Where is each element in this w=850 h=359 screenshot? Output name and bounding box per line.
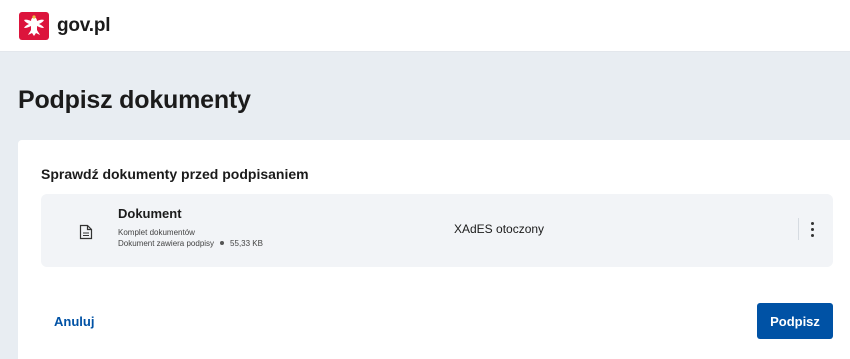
card-heading: Sprawdź dokumenty przed podpisaniem xyxy=(41,166,309,182)
document-status: Dokument zawiera podpisy xyxy=(118,239,215,248)
sign-button[interactable]: Podpisz xyxy=(757,303,833,339)
document-icon xyxy=(79,224,93,240)
document-name: Dokument xyxy=(118,206,182,221)
top-bar: gov.pl xyxy=(0,0,850,52)
cancel-button[interactable]: Anuluj xyxy=(40,304,108,338)
documents-card: Sprawdź dokumenty przed podpisaniem Doku… xyxy=(18,140,850,359)
document-row: Dokument Komplet dokumentów Dokument zaw… xyxy=(41,194,833,267)
document-subtitle: Komplet dokumentów xyxy=(118,228,195,237)
document-meta: Dokument zawiera podpisy 55,33 KB xyxy=(118,239,263,249)
divider xyxy=(798,218,799,240)
bullet-separator xyxy=(220,241,225,246)
more-vertical-icon[interactable] xyxy=(805,216,819,242)
polish-eagle-emblem-icon[interactable] xyxy=(19,12,49,40)
page-title: Podpisz dokumenty xyxy=(18,86,251,114)
brand-name[interactable]: gov.pl xyxy=(57,15,111,37)
document-size: 55,33 KB xyxy=(230,239,263,248)
signature-format: XAdES otoczony xyxy=(454,222,545,236)
